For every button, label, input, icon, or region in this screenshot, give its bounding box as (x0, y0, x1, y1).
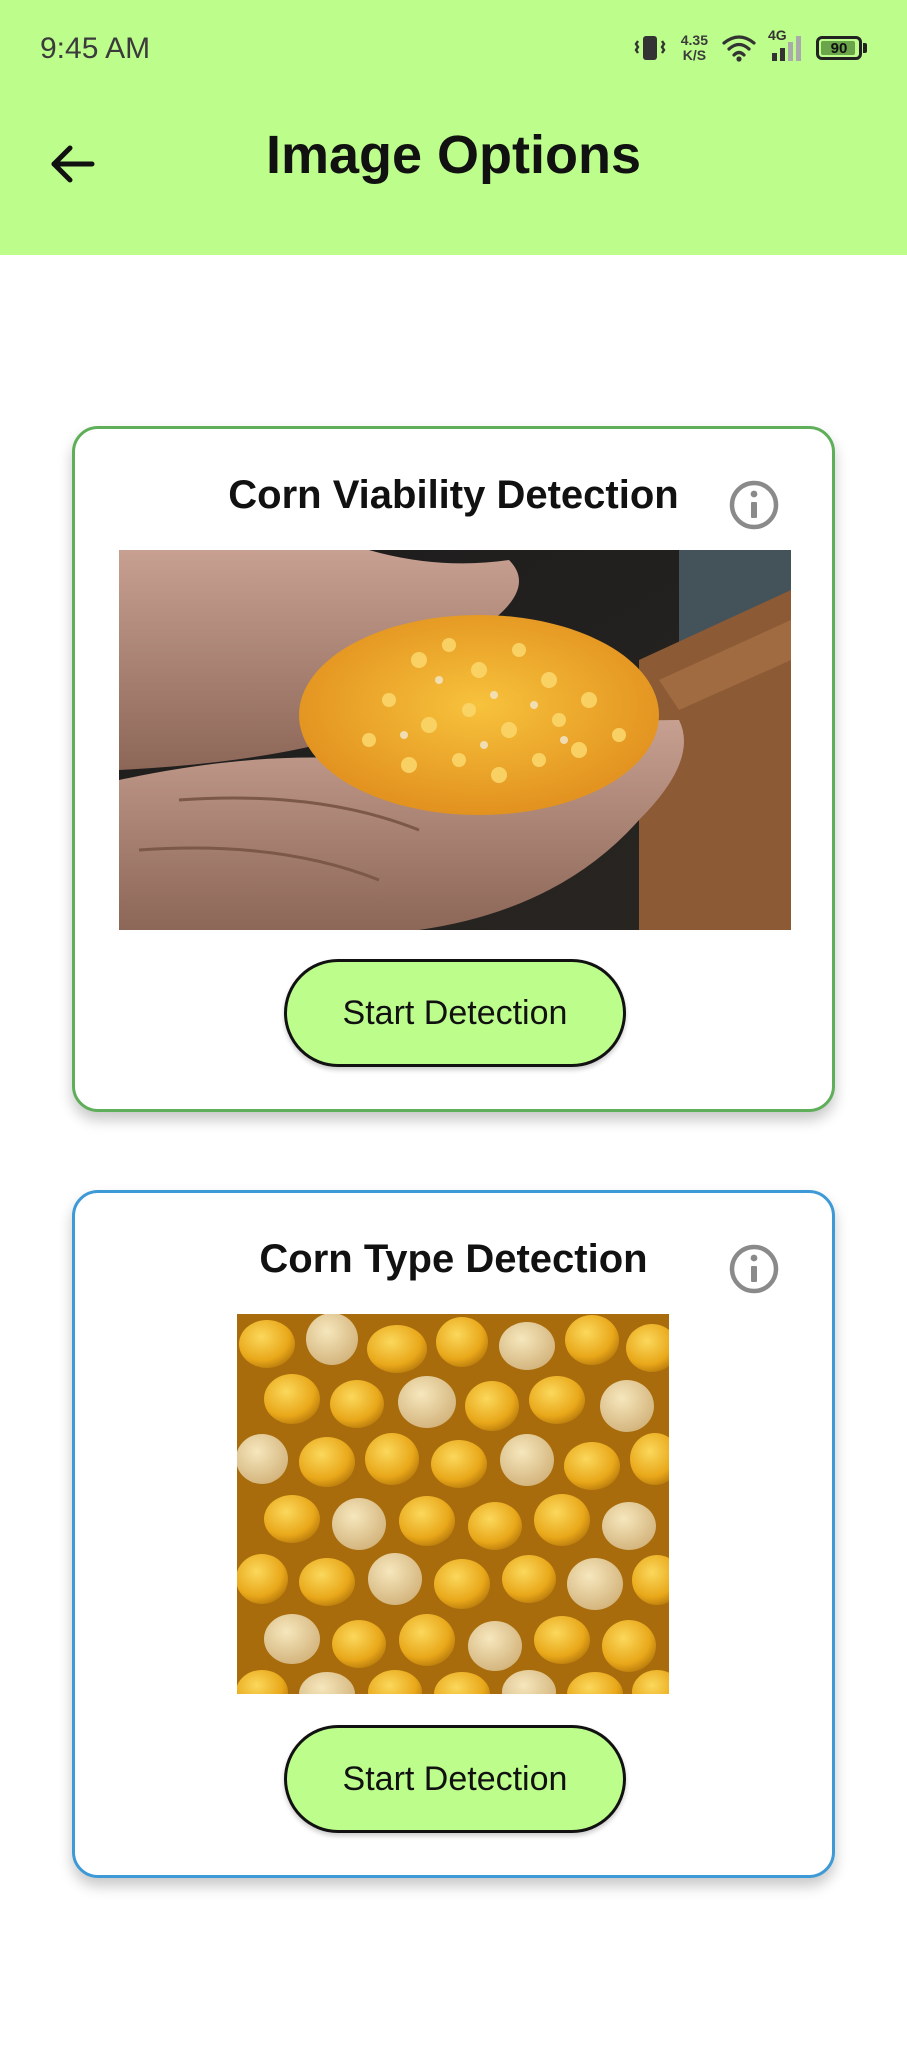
battery-icon: 90 (816, 36, 867, 60)
status-time: 9:45 AM (40, 32, 151, 65)
info-icon[interactable] (728, 479, 780, 531)
network-speed-unit: K/S (682, 47, 707, 63)
page-title: Image Options (265, 125, 642, 185)
corn-kernels-image (237, 1314, 669, 1694)
image-options-screen: 9:45 AM 4.35 K/S 4G 90 Image Options Cor… (0, 0, 907, 2048)
battery-tip (863, 43, 867, 53)
cell-signal: 4G (768, 27, 802, 63)
corn-hands-image (119, 550, 791, 930)
battery-body: 90 (816, 36, 862, 60)
network-type: 4G (768, 27, 787, 43)
card-title: Corn Viability Detection (228, 473, 679, 517)
corn-type-card: Corn Type Detection Start Detection (72, 1190, 835, 1878)
app-bar: 9:45 AM 4.35 K/S 4G 90 Image Options (0, 0, 907, 255)
card-title: Corn Type Detection (259, 1237, 648, 1281)
battery-level: 90 (830, 39, 848, 57)
network-speed: 4.35 K/S (681, 33, 708, 63)
wifi-icon (722, 34, 756, 62)
status-icons: 4.35 K/S 4G 90 (633, 27, 867, 68)
vibrate-icon (633, 33, 667, 63)
corn-viability-card: Corn Viability Detection Start Detection (72, 426, 835, 1112)
info-icon[interactable] (728, 1243, 780, 1295)
start-detection-button[interactable]: Start Detection (284, 1725, 626, 1833)
start-detection-button[interactable]: Start Detection (284, 959, 626, 1067)
network-speed-value: 4.35 (680, 32, 708, 48)
